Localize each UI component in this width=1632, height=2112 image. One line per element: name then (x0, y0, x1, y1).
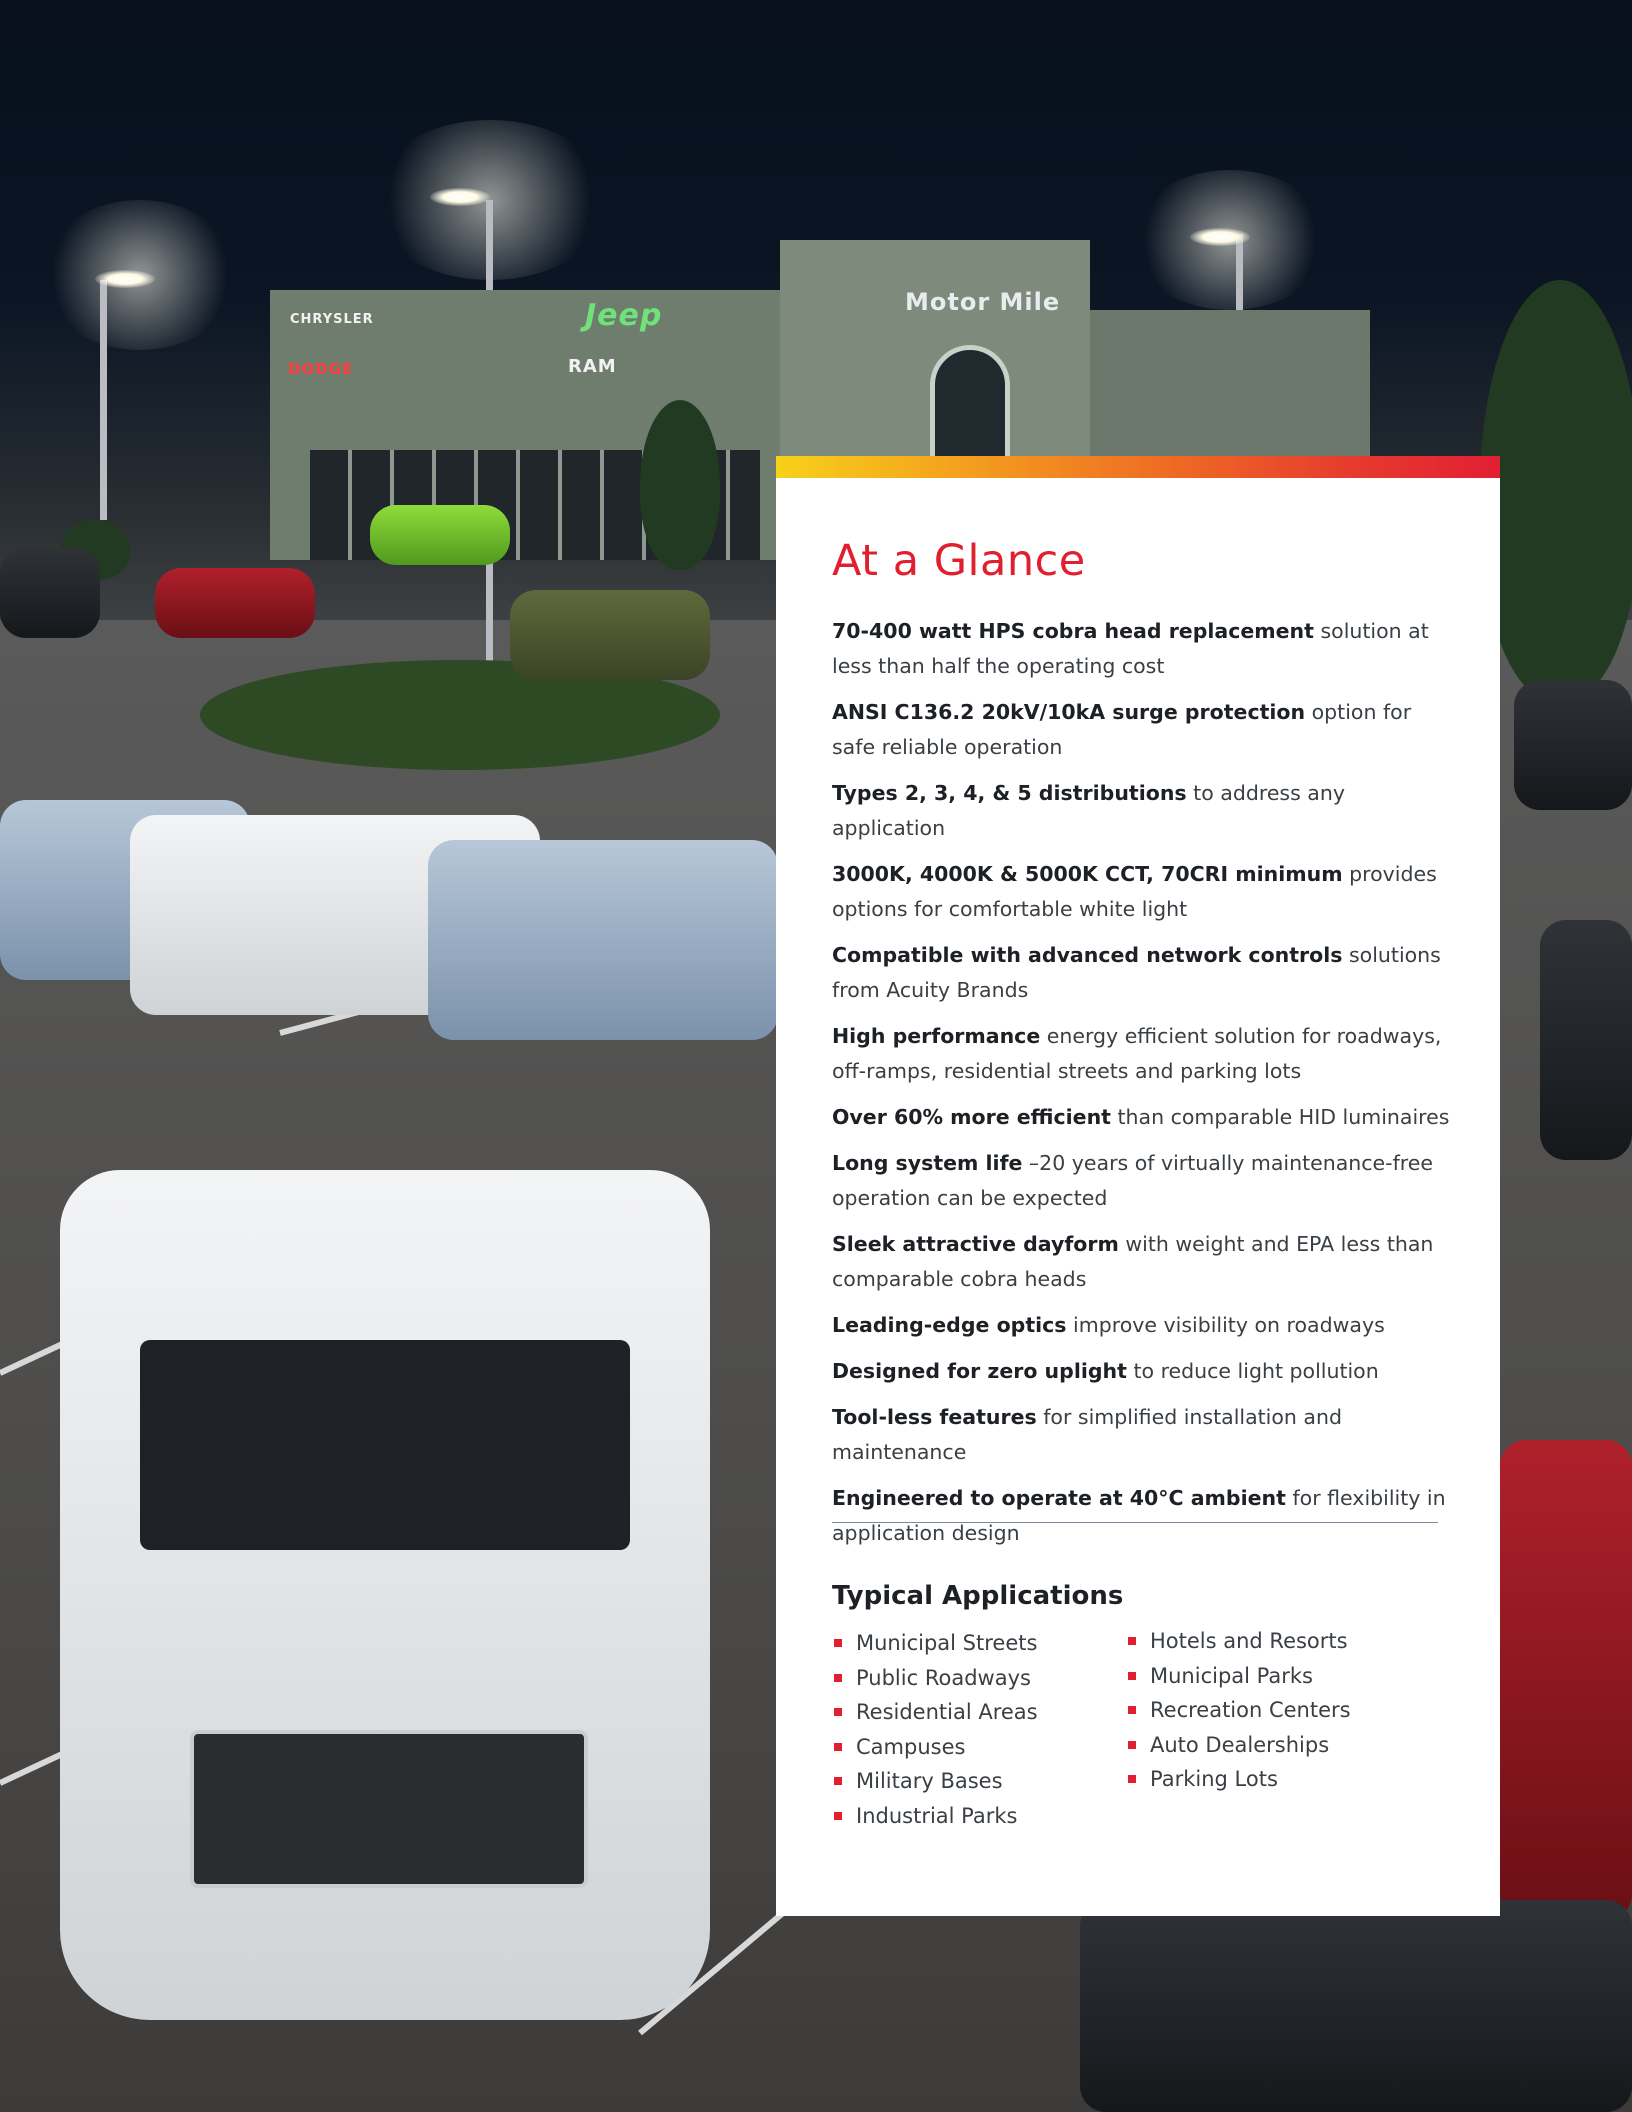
feature-bold: Leading-edge optics (832, 1313, 1067, 1337)
feature-list: 70-400 watt HPS cobra head replacement s… (832, 614, 1452, 1562)
car-blue-sedan-2 (428, 840, 778, 1040)
feature-bold: Types 2, 3, 4, & 5 distributions (832, 781, 1187, 805)
application-label: Campuses (856, 1734, 966, 1759)
application-label: Auto Dealerships (1150, 1732, 1330, 1757)
car-jeep-green (370, 505, 510, 565)
bullet-icon (1128, 1740, 1136, 1749)
bullet-icon (834, 1777, 842, 1786)
bullet-icon (1128, 1775, 1136, 1784)
feature-bold: 70-400 watt HPS cobra head replacement (832, 619, 1314, 643)
ram-sign: RAM (568, 356, 617, 377)
bullet-icon (1128, 1637, 1136, 1645)
application-item: Campuses (832, 1730, 1038, 1765)
bullet-icon (834, 1639, 842, 1647)
application-label: Hotels and Resorts (1150, 1629, 1348, 1653)
feature-item: Over 60% more efficient than comparable … (832, 1100, 1452, 1135)
feature-bold: High performance (832, 1024, 1041, 1048)
motor-mile-sign: Motor Mile (905, 288, 1061, 316)
feature-item: ANSI C136.2 20kV/10kA surge protection o… (832, 695, 1452, 765)
application-label: Recreation Centers (1150, 1698, 1351, 1723)
light-pole (100, 280, 107, 520)
gradient-bar (776, 456, 1500, 478)
application-label: Residential Areas (856, 1700, 1038, 1725)
car-dark-suv-right (1514, 680, 1632, 810)
feature-item: 70-400 watt HPS cobra head replacement s… (832, 614, 1452, 684)
feature-bold: Engineered to operate at 40°C ambient (832, 1486, 1286, 1510)
street-lamp (1190, 228, 1250, 246)
chrysler-sign: CHRYSLER (290, 312, 374, 327)
tree (1480, 280, 1632, 700)
car-jeep-olive (510, 590, 710, 680)
car-dark-suv (0, 548, 100, 638)
car-red-sedan (155, 568, 315, 638)
application-item: Parking Lots (1126, 1762, 1351, 1797)
street-lamp (430, 188, 490, 206)
application-label: Military Bases (856, 1769, 1003, 1794)
feature-bold: Tool-less features (832, 1405, 1037, 1429)
panel-title: At a Glance (832, 536, 1086, 586)
car-white-pickup (60, 1170, 710, 2020)
feature-item: Designed for zero uplight to reduce ligh… (832, 1354, 1452, 1389)
feature-bold: Compatible with advanced network control… (832, 943, 1343, 967)
feature-item: Leading-edge optics improve visibility o… (832, 1308, 1452, 1343)
application-item: Public Roadways (832, 1661, 1038, 1696)
feature-item: Types 2, 3, 4, & 5 distributions to addr… (832, 776, 1452, 846)
application-label: Parking Lots (1150, 1767, 1278, 1792)
feature-item: High performance energy efficient soluti… (832, 1019, 1452, 1089)
applications-title: Typical Applications (832, 1581, 1124, 1611)
bullet-icon (834, 1673, 842, 1682)
application-label: Municipal Parks (1150, 1663, 1313, 1688)
application-item: Auto Dealerships (1126, 1728, 1351, 1763)
applications-list-left: Municipal Streets Public Roadways Reside… (832, 1626, 1038, 1834)
bullet-icon (834, 1742, 842, 1751)
car-red-truck (1500, 1440, 1632, 1920)
feature-item: Long system life –20 years of virtually … (832, 1146, 1452, 1216)
feature-bold: ANSI C136.2 20kV/10kA surge protection (832, 700, 1306, 724)
application-item: Hotels and Resorts (1126, 1624, 1351, 1659)
application-item: Recreation Centers (1126, 1693, 1351, 1728)
tree (640, 400, 720, 570)
feature-text: than comparable HID luminaires (1110, 1105, 1450, 1129)
feature-bold: Over 60% more efficient (832, 1105, 1111, 1129)
feature-item: Tool-less features for simplified instal… (832, 1400, 1452, 1470)
pickup-windshield (140, 1340, 630, 1550)
section-divider (832, 1522, 1438, 1523)
bullet-icon (834, 1811, 842, 1820)
application-label: Municipal Streets (856, 1631, 1038, 1655)
bullet-icon (1128, 1671, 1136, 1680)
jeep-sign: Jeep (585, 298, 663, 333)
application-item: Municipal Parks (1126, 1659, 1351, 1694)
applications-list-right: Hotels and Resorts Municipal Parks Recre… (1126, 1624, 1351, 1797)
feature-bold: Designed for zero uplight (832, 1359, 1127, 1383)
application-item: Industrial Parks (832, 1799, 1038, 1834)
feature-bold: Long system life (832, 1151, 1023, 1175)
feature-bold: Sleek attractive dayform (832, 1232, 1119, 1256)
feature-text: improve visibility on roadways (1066, 1313, 1385, 1337)
bullet-icon (834, 1708, 842, 1717)
feature-text: to reduce light pollution (1126, 1359, 1379, 1383)
feature-bold: 3000K, 4000K & 5000K CCT, 70CRI minimum (832, 862, 1343, 886)
at-a-glance-panel: At a Glance 70-400 watt HPS cobra head r… (776, 456, 1500, 1916)
dodge-sign: DODGE (288, 360, 354, 378)
application-item: Residential Areas (832, 1695, 1038, 1730)
feature-item: 3000K, 4000K & 5000K CCT, 70CRI minimum … (832, 857, 1452, 927)
application-item: Military Bases (832, 1764, 1038, 1799)
feature-item: Engineered to operate at 40°C ambient fo… (832, 1481, 1452, 1551)
pickup-grille (190, 1730, 588, 1888)
bullet-icon (1128, 1706, 1136, 1715)
application-label: Public Roadways (856, 1665, 1031, 1690)
application-item: Municipal Streets (832, 1626, 1038, 1661)
feature-item: Compatible with advanced network control… (832, 938, 1452, 1008)
car-dark-truck-right (1540, 920, 1632, 1160)
application-label: Industrial Parks (856, 1803, 1018, 1828)
car-dark-truck-front (1080, 1900, 1632, 2112)
feature-item: Sleek attractive dayform with weight and… (832, 1227, 1452, 1297)
street-lamp (95, 270, 155, 288)
